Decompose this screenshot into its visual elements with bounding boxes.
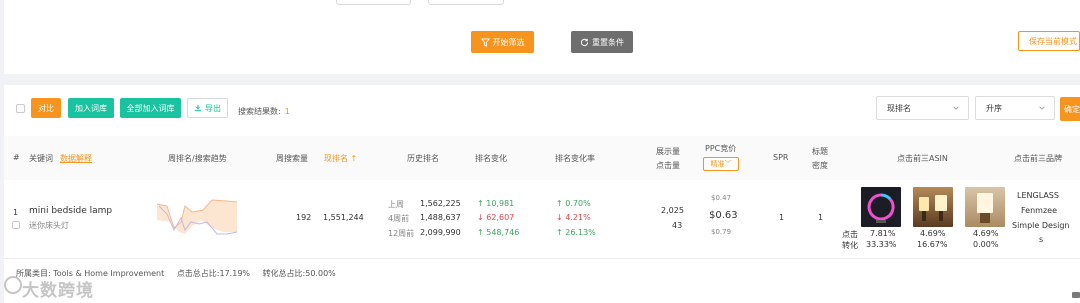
arrow-up-icon: ↑ xyxy=(556,199,566,208)
current-rank: 1,551,244 xyxy=(323,213,364,222)
save-template-button[interactable]: 保存当前模式 xyxy=(1018,31,1080,51)
horizontal-scrollbar-thumb[interactable] xyxy=(1072,292,1080,298)
col-rank-change-rate[interactable]: 排名变化率 xyxy=(555,153,595,164)
watermark-logo-icon xyxy=(4,276,22,294)
row-index: 1 xyxy=(13,208,19,217)
history-label: 上周 xyxy=(388,200,404,209)
asin-click-share: 4.69% xyxy=(920,229,946,238)
asin-conversion-label: 转化 xyxy=(842,241,858,250)
reset-button[interactable]: 重置条件 xyxy=(571,31,633,53)
filter-panel xyxy=(4,0,1080,74)
title-density-value: 1 xyxy=(818,213,824,222)
rank-change-rate: ↑ 0.70% xyxy=(556,199,591,208)
asin-thumbnail[interactable] xyxy=(861,187,901,227)
history-label: 4周前 xyxy=(388,214,410,223)
col-ppc-bid: PPC竞价 xyxy=(705,144,737,153)
select-all-checkbox[interactable] xyxy=(16,104,25,113)
sort-field-select[interactable]: 现排名 xyxy=(876,96,969,120)
asin-click-share: 4.69% xyxy=(973,229,999,238)
chevron-down-icon xyxy=(1039,106,1045,110)
col-clicks[interactable]: 点击量 xyxy=(656,160,680,171)
lamp-product-image xyxy=(867,193,895,223)
export-button[interactable]: 导出 xyxy=(187,98,228,118)
brand-item[interactable]: Fenmzee xyxy=(1021,206,1057,215)
col-top3-brand: 点击前三品牌 xyxy=(1014,154,1062,163)
confirm-sort-button[interactable]: 确定 xyxy=(1060,97,1080,121)
trend-sparkline[interactable] xyxy=(157,198,237,242)
search-trend-area xyxy=(157,200,237,234)
rank-change: ↑ 548,746 xyxy=(477,228,520,237)
refresh-icon xyxy=(580,38,589,46)
col-keyword: 关键词 xyxy=(29,154,53,163)
chevron-down-icon xyxy=(953,106,959,110)
divider xyxy=(4,258,1080,259)
col-index: # xyxy=(13,153,20,162)
add-to-library-button[interactable]: 加入词库 xyxy=(68,98,114,118)
impressions-value: 2,025 xyxy=(661,206,684,215)
filter-input-stub[interactable] xyxy=(428,0,504,5)
rank-change-rate: ↑ 26.13% xyxy=(556,228,596,237)
ppc-high: $0.47 xyxy=(711,194,732,202)
arrow-down-icon: ↓ xyxy=(556,213,566,222)
filter-icon xyxy=(480,37,490,47)
arrow-down-icon: ↓ xyxy=(477,213,487,222)
asin-conversion-share: 33.33% xyxy=(866,240,897,249)
result-count-label: 搜索结果数: 1 xyxy=(238,107,290,116)
rank-change-rate: ↓ 4.21% xyxy=(556,213,591,222)
col-weekly-search-volume[interactable]: 周搜索量 xyxy=(276,153,308,164)
watermark: 大数跨境 xyxy=(22,281,94,301)
history-value: 1,562,225 xyxy=(420,199,461,208)
col-impressions[interactable]: 展示量 xyxy=(656,146,680,157)
asin-thumbnail[interactable] xyxy=(913,187,953,227)
ppc-low: $0.79 xyxy=(711,228,732,236)
col-title-density-1[interactable]: 标题 xyxy=(812,146,828,157)
col-top3-asin: 点击前三ASIN xyxy=(897,154,948,163)
download-icon xyxy=(194,104,202,111)
col-history-rank: 历史排名 xyxy=(407,154,439,163)
ppc-mid: $0.63 xyxy=(709,210,738,221)
col-rank-change[interactable]: 排名变化 xyxy=(475,153,507,164)
spr-value: 1 xyxy=(779,213,785,222)
sort-order-select[interactable]: 升序 xyxy=(975,96,1055,120)
col-weekly-trend: 周排名/搜索趋势 xyxy=(168,154,227,163)
rank-change: ↑ 10,981 xyxy=(477,199,515,208)
asin-conversion-share: 16.67% xyxy=(917,240,948,249)
keyword-text[interactable]: mini bedside lamp xyxy=(29,206,112,216)
compare-button[interactable]: 对比 xyxy=(31,98,61,118)
asin-click-label: 点击 xyxy=(842,230,858,239)
brand-item[interactable]: s xyxy=(1039,235,1043,244)
keyword-translation: 迷你床头灯 xyxy=(29,221,69,230)
history-value: 2,099,990 xyxy=(420,228,461,237)
filter-input-stub[interactable] xyxy=(336,0,411,5)
history-label: 12周前 xyxy=(388,229,415,238)
click-share-total: 点击总占比:17.19% xyxy=(176,269,251,278)
col-current-rank[interactable]: 现排名 ↑ xyxy=(324,153,357,164)
lamp-product-image xyxy=(919,195,947,221)
chevron-down-icon: ﹀ xyxy=(724,160,732,168)
arrow-up-icon: ↑ xyxy=(477,228,487,237)
start-filter-button[interactable]: 开始筛选 xyxy=(471,31,534,53)
asin-thumbnail[interactable] xyxy=(965,187,1005,227)
data-explain-link[interactable]: 数据解释 xyxy=(60,153,92,164)
asin-conversion-share: 0.00% xyxy=(973,240,999,249)
ppc-mode-select[interactable]: 精准 ﹀ xyxy=(703,157,739,171)
row-checkbox[interactable] xyxy=(12,221,20,229)
lamp-product-image xyxy=(977,193,993,223)
brand-item[interactable]: LENGLASS xyxy=(1017,191,1059,200)
arrow-up-icon: ↑ xyxy=(556,228,566,237)
arrow-up-icon: ↑ xyxy=(477,199,487,208)
brand-item[interactable]: Simple Design xyxy=(1012,221,1069,230)
col-title-density-2[interactable]: 密度 xyxy=(812,160,828,171)
result-count: 1 xyxy=(284,107,290,116)
rank-change: ↓ 62,607 xyxy=(477,213,515,222)
clicks-value: 43 xyxy=(672,221,683,230)
conversion-share-total: 转化总占比:50.00% xyxy=(262,269,336,278)
weekly-search-volume: 192 xyxy=(296,213,312,222)
sort-asc-icon: ↑ xyxy=(348,154,358,163)
asin-click-share: 7.81% xyxy=(870,229,896,238)
col-spr[interactable]: SPR xyxy=(773,153,788,162)
add-all-to-library-button[interactable]: 全部加入词库 xyxy=(120,98,181,118)
history-value: 1,488,637 xyxy=(420,213,461,222)
